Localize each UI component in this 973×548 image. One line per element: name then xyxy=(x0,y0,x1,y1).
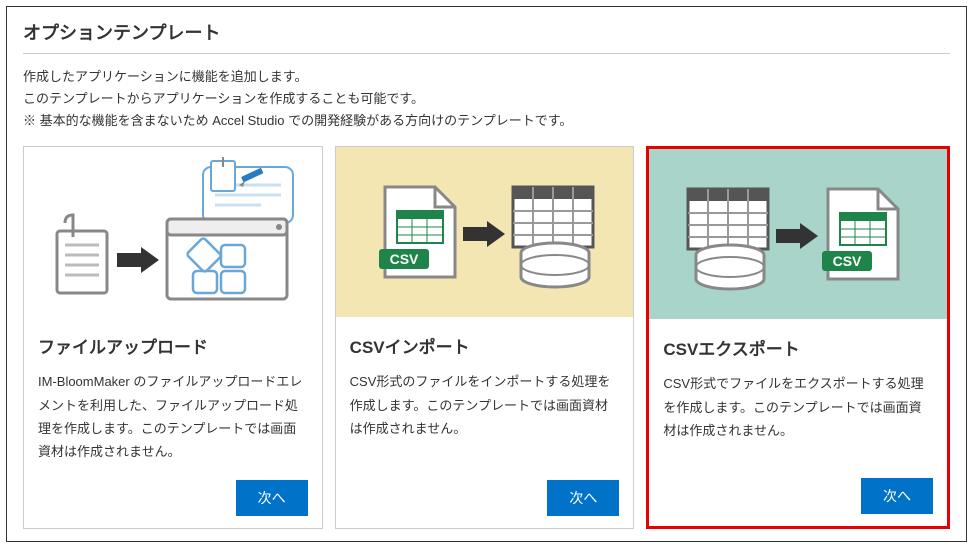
card-body: CSVインポート CSV形式のファイルをインポートする処理を作成します。このテン… xyxy=(336,317,634,528)
svg-text:CSV: CSV xyxy=(389,251,418,267)
section-title: オプションテンプレート xyxy=(23,19,950,54)
card-body: CSVエクスポート CSV形式でファイルをエクスポートする処理を作成します。この… xyxy=(649,319,947,526)
card-description: CSV形式のファイルをインポートする処理を作成します。このテンプレートでは画面資… xyxy=(350,370,620,464)
card-body: ファイルアップロード IM-BloomMaker のファイルアップロードエレメン… xyxy=(24,317,322,528)
template-section: オプションテンプレート 作成したアプリケーションに機能を追加します。 このテンプ… xyxy=(6,6,967,542)
next-button[interactable]: 次へ xyxy=(236,480,308,516)
card-description: CSV形式でファイルをエクスポートする処理を作成します。このテンプレートでは画面… xyxy=(663,372,933,462)
card-footer: 次へ xyxy=(38,480,308,516)
csv-export-illustration: CSV xyxy=(649,149,947,319)
csv-import-illustration: CSV xyxy=(336,147,634,317)
template-card-csv-export[interactable]: CSV CSVエクスポート CSV形式でファイルをエクスポートする処理を作成しま… xyxy=(646,146,950,529)
template-card-file-upload[interactable]: ファイルアップロード IM-BloomMaker のファイルアップロードエレメン… xyxy=(23,146,323,529)
description-line: 作成したアプリケーションに機能を追加します。 xyxy=(23,66,950,88)
template-card-csv-import[interactable]: CSV xyxy=(335,146,635,529)
card-footer: 次へ xyxy=(663,478,933,514)
next-button[interactable]: 次へ xyxy=(547,480,619,516)
description-line: ※ 基本的な機能を含まないため Accel Studio での開発経験がある方向… xyxy=(23,110,950,132)
description-line: このテンプレートからアプリケーションを作成することも可能です。 xyxy=(23,88,950,110)
card-title: CSVインポート xyxy=(350,333,620,358)
file-upload-illustration xyxy=(24,147,322,317)
section-description: 作成したアプリケーションに機能を追加します。 このテンプレートからアプリケーショ… xyxy=(23,66,950,132)
next-button[interactable]: 次へ xyxy=(861,478,933,514)
svg-text:CSV: CSV xyxy=(833,253,862,269)
card-description: IM-BloomMaker のファイルアップロードエレメントを利用した、ファイル… xyxy=(38,370,308,464)
card-title: CSVエクスポート xyxy=(663,335,933,360)
template-cards: ファイルアップロード IM-BloomMaker のファイルアップロードエレメン… xyxy=(23,146,950,529)
card-title: ファイルアップロード xyxy=(38,333,308,358)
card-footer: 次へ xyxy=(350,480,620,516)
